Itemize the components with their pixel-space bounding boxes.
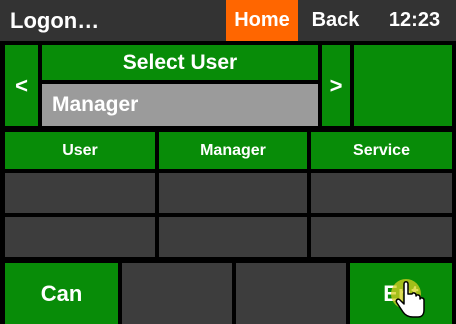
user-list-cell[interactable] bbox=[159, 173, 307, 213]
footer-blank-button bbox=[236, 263, 346, 324]
next-user-button[interactable]: > bbox=[322, 45, 350, 126]
user-list-cell[interactable] bbox=[159, 217, 307, 257]
tab-service[interactable]: Service bbox=[311, 132, 452, 169]
user-list-cell[interactable] bbox=[311, 217, 452, 257]
select-user-title: Select User bbox=[42, 45, 318, 80]
tab-manager[interactable]: Manager bbox=[159, 132, 307, 169]
hand-pointer-icon bbox=[391, 279, 425, 318]
cancel-button[interactable]: Can bbox=[5, 263, 118, 324]
user-list-cell[interactable] bbox=[5, 173, 155, 213]
back-button[interactable]: Back bbox=[298, 0, 373, 41]
footer-blank-button bbox=[122, 263, 232, 324]
home-button[interactable]: Home bbox=[226, 0, 298, 41]
previous-user-button[interactable]: < bbox=[5, 45, 38, 126]
clock: 12:23 bbox=[388, 9, 441, 31]
user-list-cell[interactable] bbox=[311, 173, 452, 213]
tab-user[interactable]: User bbox=[5, 132, 155, 169]
screen-title: Logon… bbox=[10, 7, 100, 33]
user-list-cell[interactable] bbox=[5, 217, 155, 257]
empty-panel bbox=[354, 45, 452, 126]
selected-user-field[interactable]: Manager bbox=[42, 84, 318, 126]
